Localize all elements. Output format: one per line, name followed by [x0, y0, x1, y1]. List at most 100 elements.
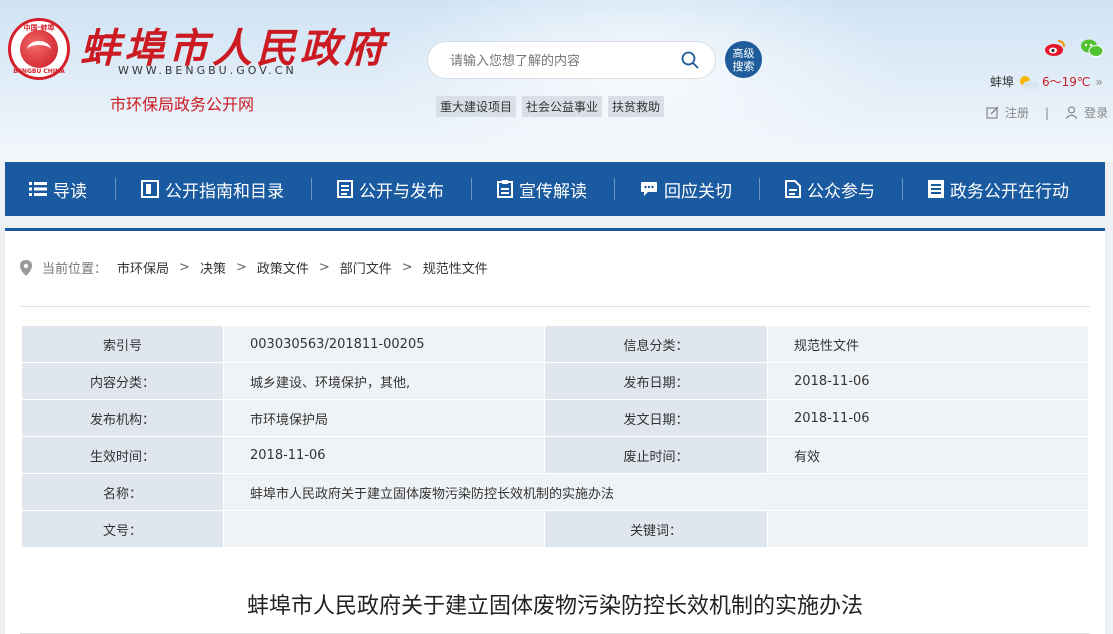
table-row: 内容分类： 城乡建设、环境保护，其他, 发布日期： 2018-11-06: [21, 362, 1089, 400]
search-icon[interactable]: [681, 51, 699, 69]
hot-tag[interactable]: 社会公益事业: [522, 96, 603, 117]
breadcrumb-separator: >: [318, 260, 330, 275]
breadcrumb-separator: >: [401, 260, 413, 275]
meta-value: 2018-11-06: [767, 362, 1089, 400]
nav-divider: [614, 178, 615, 200]
nav-divider: [115, 178, 116, 200]
table-row: 索引号 003030563/201811-00205 信息分类： 规范性文件: [21, 325, 1089, 363]
nav-label: 回应关切: [664, 181, 732, 202]
breadcrumb-item[interactable]: 部门文件: [340, 258, 392, 277]
book-icon: [141, 180, 159, 198]
breadcrumb-item[interactable]: 决策: [200, 258, 226, 277]
table-row: 生效时间： 2018-11-06 废止时间： 有效: [21, 436, 1089, 474]
nav-item-interpretation[interactable]: 宣传解读: [497, 162, 587, 216]
nav-item-in-action[interactable]: 政务公开在行动: [928, 162, 1069, 216]
nav-label: 公众参与: [807, 181, 875, 202]
meta-key: 发文日期：: [544, 399, 768, 437]
adv-search-line1: 高级: [732, 46, 755, 60]
breadcrumb-separator: >: [179, 260, 190, 275]
nav-divider: [311, 178, 312, 200]
header-glow: [380, 0, 900, 162]
edit-icon: [986, 106, 999, 119]
login-link[interactable]: 登录: [1084, 104, 1108, 121]
meta-key: 废止时间：: [544, 436, 768, 474]
site-url: WWW.BENGBU.GOV.CN: [118, 64, 297, 77]
link-divider: |: [1045, 105, 1050, 120]
nav-item-participation[interactable]: 公众参与: [785, 162, 875, 216]
register-link[interactable]: 注册: [1005, 104, 1029, 121]
main-nav: 导读 公开指南和目录 公开与发布 宣传解读 回应关切 公众参与 政务公开在行动: [5, 162, 1105, 216]
nav-label: 导读: [53, 181, 87, 202]
meta-key: 名称：: [21, 473, 224, 511]
document-title: 蚌埠市人民政府关于建立固体废物污染防控长效机制的实施办法: [246, 594, 863, 619]
meta-value: 2018-11-06: [223, 436, 545, 474]
table-row: 名称： 蚌埠市人民政府关于建立固体废物污染防控长效机制的实施办法: [21, 473, 1089, 511]
search-input[interactable]: [448, 50, 672, 72]
social-links: [1044, 38, 1104, 58]
wechat-icon[interactable]: [1080, 38, 1104, 58]
nav-item-response[interactable]: 回应关切: [640, 162, 732, 216]
nav-item-public-guide[interactable]: 公开指南和目录: [141, 162, 284, 216]
department-site-name[interactable]: 市环保局政务公开网: [110, 91, 254, 115]
meta-key: 内容分类：: [21, 362, 224, 400]
meta-value: 蚌埠市人民政府关于建立固体废物污染防控长效机制的实施办法: [223, 473, 1089, 511]
meta-value: [767, 510, 1089, 548]
advanced-search-button[interactable]: 高级 搜索: [725, 41, 762, 78]
chat-bubble-icon: [641, 182, 657, 196]
nav-label: 公开指南和目录: [165, 181, 284, 202]
document-meta-table: 索引号 003030563/201811-00205 信息分类： 规范性文件 内…: [21, 325, 1089, 548]
meta-key: 关键词：: [544, 510, 768, 548]
form-icon: [785, 180, 801, 198]
chevron-right-icon[interactable]: »: [1095, 75, 1102, 89]
city-emblem-logo[interactable]: 中国·蚌埠 BENGBU CHINA: [8, 18, 70, 80]
breadcrumb-item[interactable]: 规范性文件: [423, 258, 488, 277]
site-header: 中国·蚌埠 BENGBU CHINA 蚌埠市人民政府 WWW.BENGBU.GO…: [0, 0, 1113, 162]
meta-key: 信息分类：: [544, 325, 768, 363]
meta-value: 城乡建设、环境保护，其他,: [223, 362, 545, 400]
weather-temperature: 6～19℃: [1042, 75, 1091, 89]
meta-value: 有效: [767, 436, 1089, 474]
logo-ring-bottom-text: BENGBU CHINA: [13, 68, 65, 75]
nav-item-publish[interactable]: 公开与发布: [337, 162, 444, 216]
table-row: 发布机构： 市环境保护局 发文日期： 2018-11-06: [21, 399, 1089, 437]
nav-label: 宣传解读: [519, 181, 587, 202]
nav-item-guide[interactable]: 导读: [29, 162, 87, 216]
location-pin-icon: [20, 259, 32, 276]
hot-tags: 重大建设项目 社会公益事业 扶贫救助: [436, 96, 665, 117]
weibo-icon[interactable]: [1044, 38, 1066, 58]
logo-wing: [27, 41, 51, 59]
meta-value: [223, 510, 545, 548]
user-links: 注册 | 登录: [986, 104, 1108, 121]
meta-key: 生效时间：: [21, 436, 224, 474]
meta-key: 文号：: [21, 510, 224, 548]
breadcrumb-label: 当前位置：: [42, 262, 108, 277]
nav-label: 公开与发布: [359, 181, 444, 202]
breadcrumb: 当前位置： 市环保局 > 决策 > 政策文件 > 部门文件 > 规范性文件: [20, 258, 488, 277]
nav-label: 政务公开在行动: [950, 181, 1069, 202]
meta-key: 发布日期：: [544, 362, 768, 400]
hot-tag[interactable]: 扶贫救助: [608, 96, 665, 117]
breadcrumb-item[interactable]: 市环保局: [117, 258, 169, 277]
meta-value: 2018-11-06: [767, 399, 1089, 437]
sunny-cloudy-icon: [1020, 75, 1040, 89]
adv-search-line2: 搜索: [732, 59, 755, 73]
nav-divider: [902, 178, 903, 200]
table-row: 文号： 关键词：: [21, 510, 1089, 548]
nav-divider: [759, 178, 760, 200]
notes-icon: [928, 180, 944, 198]
meta-value: 003030563/201811-00205: [223, 325, 545, 363]
breadcrumb-divider: [20, 306, 1090, 307]
nav-divider: [471, 178, 472, 200]
meta-key: 发布机构：: [21, 399, 224, 437]
document-icon: [337, 180, 353, 198]
breadcrumb-item[interactable]: 政策文件: [257, 258, 309, 277]
meta-key: 索引号: [21, 325, 224, 363]
hot-tag[interactable]: 重大建设项目: [436, 96, 517, 117]
user-icon: [1065, 106, 1078, 119]
meta-value: 规范性文件: [767, 325, 1089, 363]
search-box: [427, 41, 716, 79]
clipboard-icon: [497, 180, 513, 198]
breadcrumb-separator: >: [235, 260, 247, 275]
weather-widget: 蚌埠 6～19℃ »: [990, 73, 1103, 90]
list-icon: [29, 182, 47, 196]
